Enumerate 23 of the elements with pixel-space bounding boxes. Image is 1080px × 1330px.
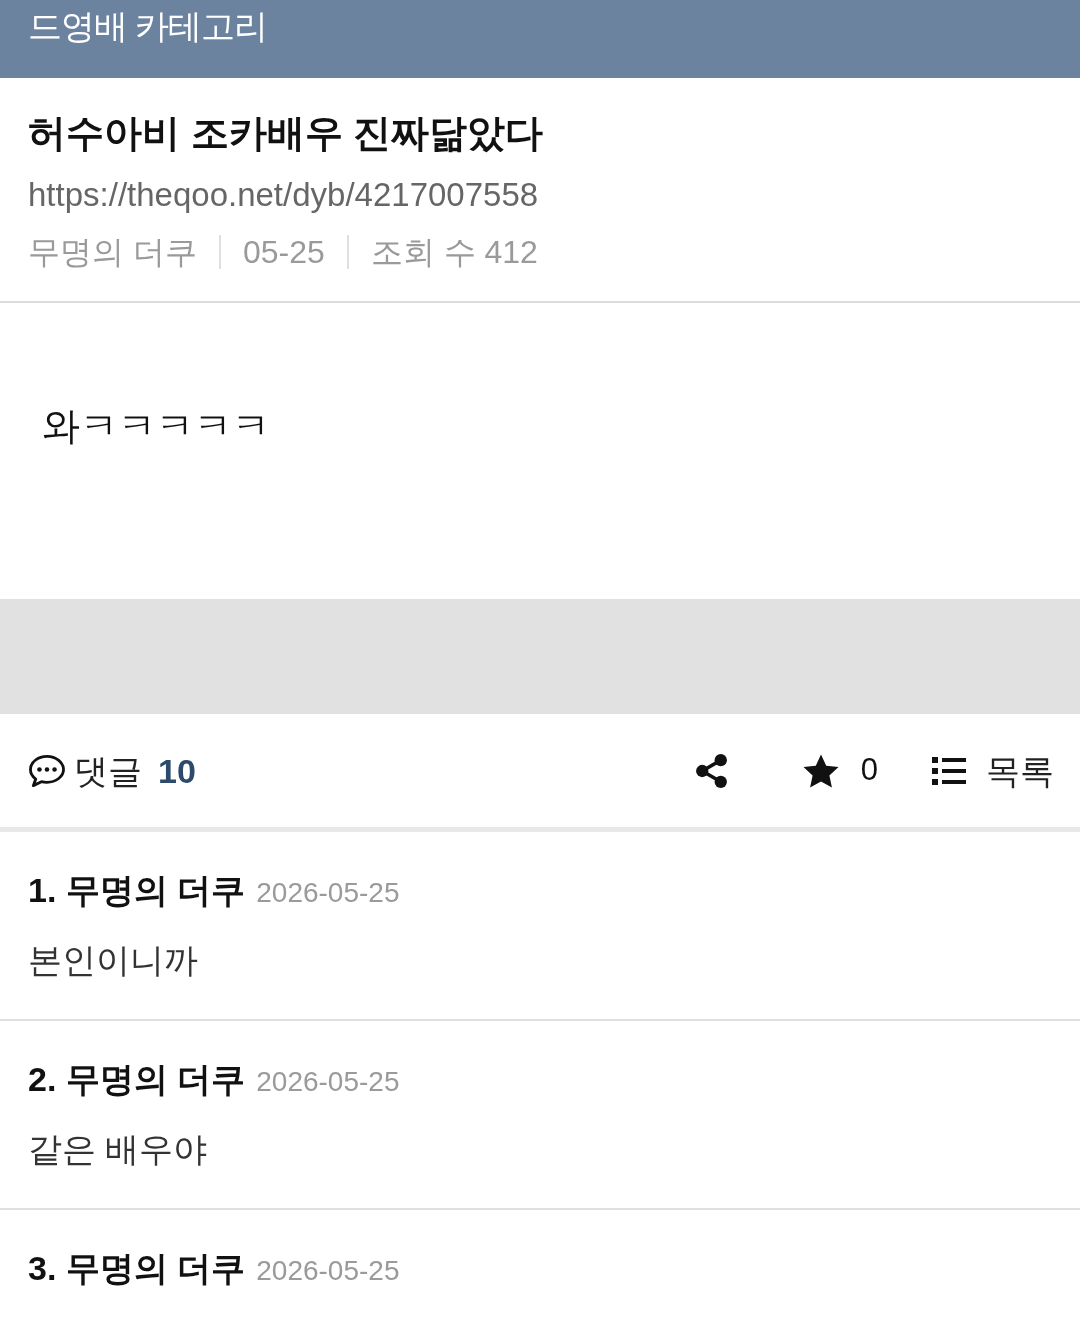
- comment-author: 1. 무명의 더쿠: [28, 870, 246, 911]
- comment-text: 본인이니까: [28, 940, 198, 981]
- comment-author: 3. 무명의 더쿠: [28, 1248, 246, 1289]
- comment-date: 2026-05-25: [256, 876, 400, 910]
- comments-label: 댓글: [74, 750, 142, 792]
- comment-count: 10: [158, 750, 196, 792]
- share-icon: [694, 752, 728, 789]
- comment-text: 같은 배우야: [28, 1129, 208, 1170]
- post-body-text: 와ㅋㅋㅋㅋㅋ: [42, 404, 270, 449]
- post-meta-text: 조회 수 412: [346, 235, 560, 269]
- post-meta-text: 05-25: [218, 235, 347, 269]
- star-button[interactable]: 0: [801, 747, 878, 794]
- post-title: 허수아비 조카배우 진짜닮았다: [28, 111, 544, 156]
- list-icon: [932, 756, 966, 785]
- list-button[interactable]: 목록: [932, 748, 1054, 793]
- post-meta-text: 무명의 더쿠: [28, 235, 198, 269]
- share-button[interactable]: [694, 752, 728, 789]
- category-title: 드영배 카테고리: [28, 6, 268, 47]
- post-url: https://theqoo.net/dyb/4217007558: [28, 175, 539, 215]
- comment-date: 2026-05-25: [256, 1065, 400, 1099]
- comment-icon: [28, 753, 66, 788]
- comment-author: 2. 무명의 더쿠: [28, 1059, 246, 1100]
- comment-date: 2026-05-25: [256, 1254, 400, 1288]
